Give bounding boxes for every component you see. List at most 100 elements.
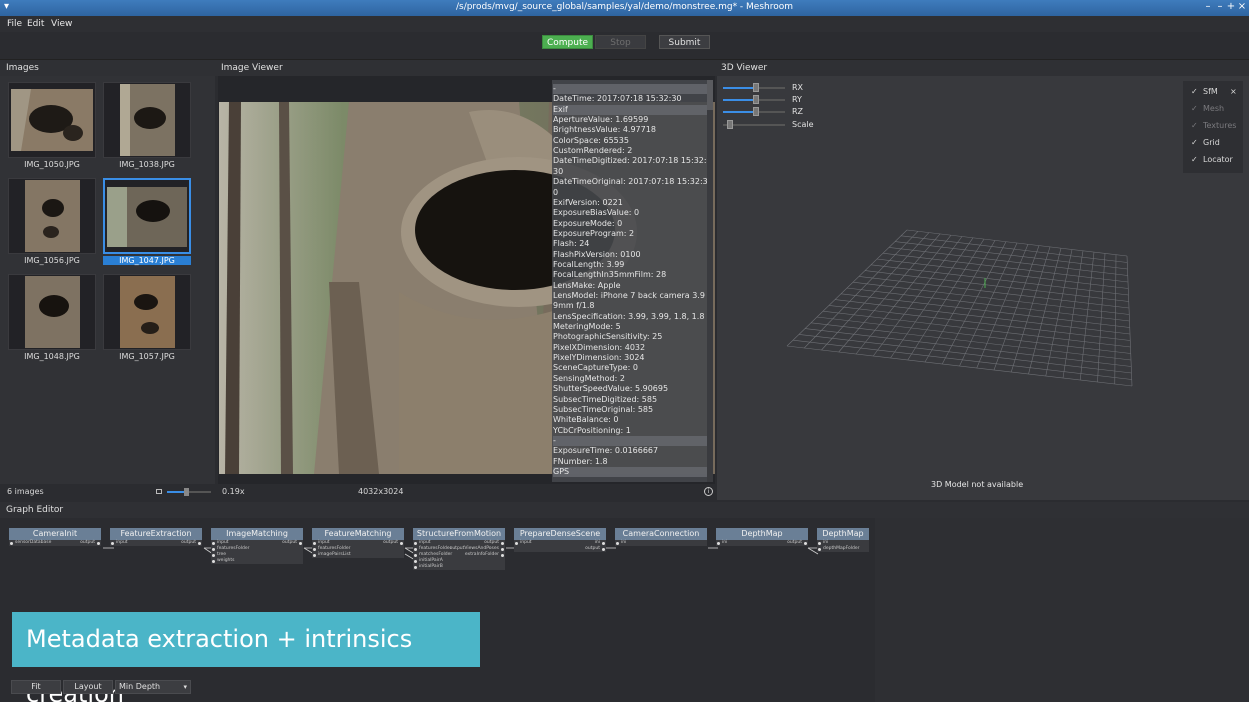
input-port[interactable] bbox=[818, 541, 821, 545]
input-port[interactable] bbox=[414, 565, 417, 569]
menu-edit[interactable]: Edit bbox=[27, 19, 44, 29]
rx-slider[interactable]: RX bbox=[723, 82, 843, 94]
output-port[interactable] bbox=[501, 553, 504, 557]
input-attribute-label: depthMapFolder bbox=[823, 546, 860, 551]
minimize-icon[interactable]: – bbox=[1203, 1, 1213, 12]
layout-button[interactable]: Layout bbox=[63, 680, 113, 694]
input-port[interactable] bbox=[616, 541, 619, 545]
close-icon[interactable]: × bbox=[1230, 87, 1237, 96]
ry-slider[interactable]: RY bbox=[723, 94, 843, 106]
input-port[interactable] bbox=[414, 553, 417, 557]
graph-node[interactable]: StructureFromMotion input output featuresFo… bbox=[413, 528, 505, 570]
input-port[interactable] bbox=[111, 541, 114, 545]
check-icon[interactable]: ✓ bbox=[1191, 155, 1199, 164]
input-port[interactable] bbox=[717, 541, 720, 545]
menu-view[interactable]: View bbox=[51, 19, 72, 29]
images-footer: 6 images bbox=[0, 484, 215, 500]
input-port[interactable] bbox=[10, 541, 13, 545]
check-icon[interactable]: ✓ bbox=[1191, 121, 1199, 130]
output-attribute-label: output bbox=[787, 540, 802, 545]
graph-node-title: DepthMap bbox=[817, 528, 869, 540]
fit-button[interactable]: Fit bbox=[11, 680, 61, 694]
images-gallery[interactable]: IMG_1050.JPG IMG_1038.JPG IMG_1056.JPG I… bbox=[0, 76, 215, 484]
metadata-line: FNumber: 1.8 bbox=[553, 456, 608, 466]
maximize-icon[interactable]: + bbox=[1226, 1, 1236, 12]
restore-icon[interactable]: – bbox=[1215, 1, 1225, 12]
input-port[interactable] bbox=[212, 541, 215, 545]
compute-button[interactable]: Compute bbox=[542, 35, 593, 49]
graph-node-title: PrepareDenseScene bbox=[514, 528, 606, 540]
thumbnail-size-slider[interactable] bbox=[167, 488, 211, 496]
check-icon[interactable]: ✓ bbox=[1191, 87, 1199, 96]
close-icon[interactable]: × bbox=[1237, 1, 1247, 12]
graph-node[interactable]: FeatureMatching input output featuresFolder… bbox=[312, 528, 404, 558]
metadata-panel[interactable]: - DateTime: 2017:07:18 15:32:30 Exif Apertu… bbox=[552, 80, 712, 482]
graph-node[interactable]: DepthMap ini depthMapFolder bbox=[817, 528, 869, 552]
metadata-scrollbar[interactable] bbox=[707, 80, 713, 482]
graph-editor-canvas[interactable]: CameraInit sensorDatabase output FeatureExt… bbox=[0, 518, 874, 702]
output-port[interactable] bbox=[501, 547, 504, 551]
graph-node[interactable]: FeatureExtraction input output bbox=[110, 528, 202, 546]
input-port[interactable] bbox=[212, 547, 215, 551]
chevron-down-icon: ▾ bbox=[183, 683, 187, 691]
graph-editor-header: Graph Editor bbox=[0, 502, 1249, 518]
image-viewer[interactable]: - DateTime: 2017:07:18 15:32:30 Exif Apertu… bbox=[218, 76, 715, 484]
rz-slider[interactable]: RZ bbox=[723, 106, 843, 118]
output-port[interactable] bbox=[501, 541, 504, 545]
input-port[interactable] bbox=[212, 553, 215, 557]
output-port[interactable] bbox=[198, 541, 201, 545]
output-port[interactable] bbox=[602, 547, 605, 551]
output-port[interactable] bbox=[804, 541, 807, 545]
input-port[interactable] bbox=[414, 547, 417, 551]
images-panel-header: Images bbox=[0, 60, 215, 76]
metadata-line: MeteringMode: 5 bbox=[553, 322, 621, 332]
image-thumbnail[interactable]: IMG_1038.JPG bbox=[103, 82, 191, 172]
viewer3d-canvas[interactable]: RX RY RZ Scale ✓ SfM × ✓ Mesh ✓ Textures… bbox=[717, 76, 1249, 500]
input-port[interactable] bbox=[313, 553, 316, 557]
graph-node[interactable]: CameraConnection ini bbox=[615, 528, 707, 546]
image-thumbnail[interactable]: IMG_1048.JPG bbox=[8, 274, 96, 364]
input-attribute-label: input bbox=[116, 540, 128, 545]
graph-node-attribute: initialPairB bbox=[413, 564, 505, 570]
input-port[interactable] bbox=[818, 547, 821, 551]
layers-panel: ✓ SfM × ✓ Mesh ✓ Textures ✓ Grid ✓ Locat… bbox=[1183, 81, 1243, 173]
menu-file[interactable]: File bbox=[7, 19, 22, 29]
metadata-line: 0 bbox=[553, 187, 559, 197]
graph-node[interactable]: DepthMap ini output bbox=[716, 528, 808, 546]
input-port[interactable] bbox=[313, 541, 316, 545]
check-icon[interactable]: ✓ bbox=[1191, 104, 1199, 113]
metadata-line: YCbCrPositioning: 1 bbox=[553, 425, 631, 435]
output-port[interactable] bbox=[602, 541, 605, 545]
image-thumbnail[interactable]: IMG_1050.JPG bbox=[8, 82, 96, 172]
metadata-line: PixelXDimension: 4032 bbox=[553, 342, 646, 352]
depth-dropdown[interactable]: Min Depth ▾ bbox=[115, 680, 191, 694]
output-port[interactable] bbox=[97, 541, 100, 545]
graph-node[interactable]: PrepareDenseScene input ini output bbox=[514, 528, 606, 552]
image-thumbnail[interactable]: IMG_1056.JPG bbox=[8, 178, 96, 268]
scale-slider[interactable]: Scale bbox=[723, 119, 843, 131]
menu-bar: File Edit View bbox=[0, 16, 1249, 32]
submit-button[interactable]: Submit bbox=[659, 35, 710, 49]
input-port[interactable] bbox=[414, 559, 417, 563]
input-port[interactable] bbox=[414, 541, 417, 545]
metadata-line: LensMake: Apple bbox=[553, 280, 621, 290]
info-icon[interactable]: i bbox=[704, 487, 713, 496]
caption-banner: Metadata extraction + intrinsics creatio… bbox=[12, 612, 480, 702]
slider-handle[interactable] bbox=[184, 488, 189, 496]
metadata-line: FocalLength: 3.99 bbox=[553, 259, 625, 269]
output-port[interactable] bbox=[400, 541, 403, 545]
input-port[interactable] bbox=[212, 559, 215, 563]
metadata-line: 9mm f/1.8 bbox=[553, 301, 595, 311]
metadata-line: ExposureTime: 0.0166667 bbox=[553, 446, 659, 456]
input-port[interactable] bbox=[515, 541, 518, 545]
graph-node[interactable]: ImageMatching input output featuresFolder tr… bbox=[211, 528, 303, 564]
thumbnail-caption: IMG_1050.JPG bbox=[24, 160, 80, 169]
input-port[interactable] bbox=[313, 547, 316, 551]
image-thumbnail[interactable]: IMG_1057.JPG bbox=[103, 274, 191, 364]
output-port[interactable] bbox=[299, 541, 302, 545]
image-thumbnail-selected[interactable]: IMG_1047.JPG bbox=[103, 178, 191, 268]
check-icon[interactable]: ✓ bbox=[1191, 138, 1199, 147]
input-attribute-label: ini bbox=[621, 540, 627, 545]
stop-button[interactable]: Stop bbox=[595, 35, 646, 49]
graph-node[interactable]: CameraInit sensorDatabase output bbox=[9, 528, 101, 546]
